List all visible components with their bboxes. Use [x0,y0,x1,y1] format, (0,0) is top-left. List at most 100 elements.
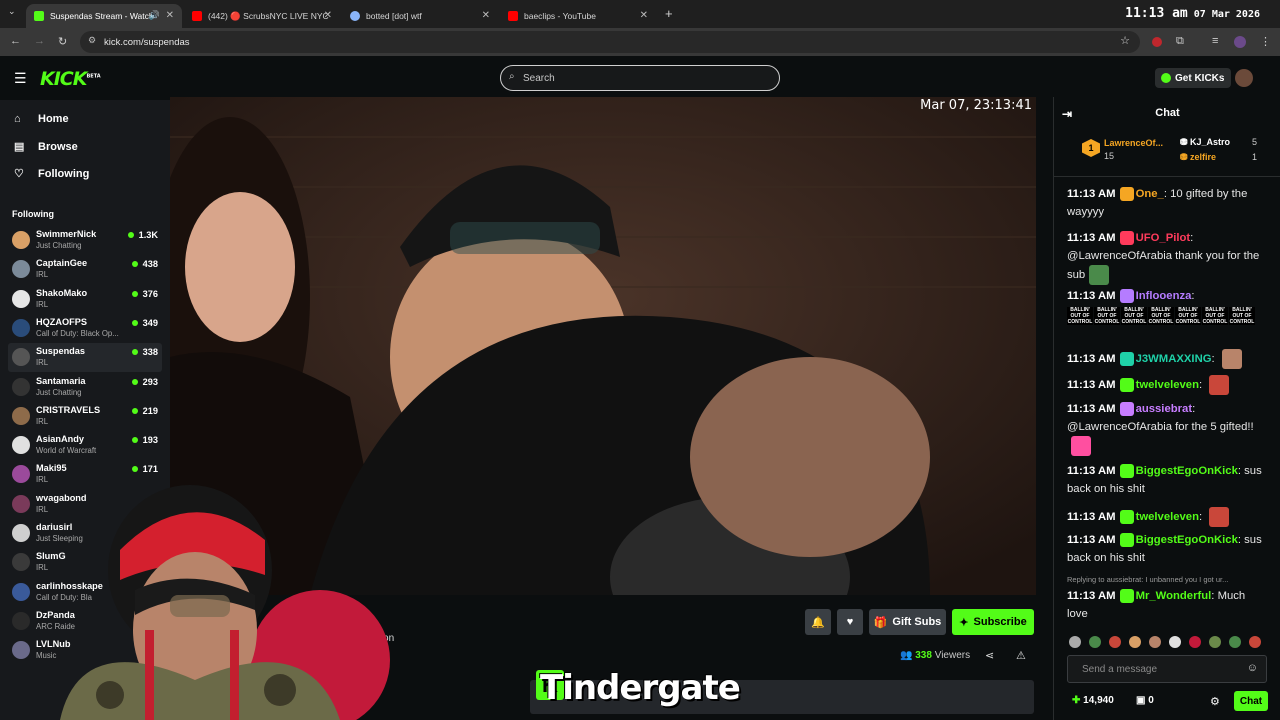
get-kicks-button[interactable]: Get KICKs [1155,68,1232,88]
gift-subs-button[interactable]: 🎁 Gift Subs [869,609,946,635]
streamer-avatar [12,260,30,279]
streamer-category: Just Chatting [36,387,82,397]
back-icon[interactable]: ← [10,35,21,47]
chat-message: 11:13 AM One_: 10 gifted by the wayyyy [1067,185,1269,221]
following-item[interactable]: CaptainGee IRL 438 [8,255,162,284]
bookmark-star-icon[interactable]: ☆ [1120,34,1130,47]
chat-panel: ⇥ Chat 1 LawrenceOf... 15 ⛃ KJ_Astro 5 ⛃ … [1053,97,1280,720]
user-badge-icon [1119,464,1134,479]
message-username[interactable]: Mr_Wonderful [1136,590,1212,602]
streamer-category: IRL [36,299,49,309]
menu-kebab-icon[interactable]: ⋮ [1260,35,1271,48]
chat-message: 11:13 AM UFO_Pilot: @LawrenceOfArabia tha… [1067,229,1269,285]
close-tab-icon[interactable]: ✕ [166,10,174,21]
message-username[interactable]: BiggestEgoOnKick [1136,465,1238,477]
profile-avatar[interactable] [1234,36,1246,48]
message-username[interactable]: twelveleven [1136,379,1199,391]
tab-suspendas[interactable]: Suspendas Stream - Watch 🔊 ✕ [26,4,182,28]
forward-icon[interactable]: → [34,35,45,47]
close-tab-icon[interactable]: ✕ [482,10,490,21]
leader-count: 1 [1252,152,1258,162]
reading-list-icon[interactable]: ≡ [1212,35,1218,47]
following-item[interactable]: HQZAOFPS Call of Duty: Black Op... 349 [8,314,162,343]
audio-icon[interactable]: 🔊 [149,10,160,21]
site-info-icon[interactable]: ⚙ [88,35,96,46]
chat-emote [1221,349,1242,369]
following-item[interactable]: CRISTRAVELS IRL 219 [8,402,162,431]
tab-botted[interactable]: botted [dot] wtf ✕ [342,4,498,28]
chest-icon: ▣ [1136,695,1146,706]
streamer-avatar [12,436,30,455]
close-tab-icon[interactable]: ✕ [640,10,648,21]
nav-browse[interactable]: ▤ Browse [14,140,78,154]
url-field[interactable]: ⚙ kick.com/suspendas ☆ [80,31,1140,53]
emote-bar[interactable] [1067,635,1272,651]
following-item[interactable]: Santamaria Just Chatting 293 [8,373,162,402]
reload-icon[interactable]: ↻ [58,35,67,48]
user-avatar[interactable] [1235,69,1253,87]
extension-icon[interactable] [1152,37,1162,47]
leader-name[interactable]: ⛃ KJ_Astro [1180,137,1230,148]
message-separator: : [1191,290,1195,302]
search-input[interactable]: ⌕ Search [500,65,780,91]
chat-send-button[interactable]: Chat [1234,691,1268,711]
chat-message: 11:13 AM twelveleven: [1067,507,1269,527]
message-username[interactable]: Infloоenza [1136,290,1192,302]
following-item[interactable]: SwimmerNick Just Chatting 1.3K [8,226,162,255]
chat-message-input[interactable]: Send a message ☺ [1067,655,1267,683]
viewer-count: 219 [132,406,158,416]
tab-scrubsnyc[interactable]: (442) 🔴 ScrubsNYC LIVE NYC ✕ [184,4,340,28]
message-username[interactable]: One_ [1136,188,1164,200]
streamer-avatar [12,377,30,396]
emoji-icon[interactable]: ☺ [1247,662,1258,674]
viewer-count: 1.3K [128,230,158,240]
stream-timestamp: Mar 07, 23:13:41 [920,98,1032,113]
tab-search-icon[interactable]: ⌄ [8,6,16,17]
kick-favicon-icon [34,11,44,21]
nav-following[interactable]: ♡ Following [14,167,89,181]
following-item[interactable]: AsianAndy World of Warcraft 193 [8,431,162,460]
notify-button[interactable]: 🔔 [805,609,831,635]
nav-home[interactable]: ⌂ Home [14,113,69,125]
rewards-count[interactable]: ▣ 0 [1136,695,1154,706]
close-tab-icon[interactable]: ✕ [324,10,332,21]
user-badge-icon [1119,402,1134,417]
share-icon[interactable]: ⋖ [985,649,994,662]
following-item[interactable]: Suspendas IRL 338 [8,343,162,373]
new-tab-icon[interactable]: + [665,6,673,21]
message-username[interactable]: J3WMAXXING [1136,353,1212,365]
streamer-avatar [12,231,30,249]
kick-logo[interactable]: KICKBETA [40,68,101,90]
streamer-avatar [12,318,30,337]
report-icon[interactable]: ⚠ [1016,649,1026,662]
following-item[interactable]: ShakoMako IRL 376 [8,285,162,314]
kick-points[interactable]: ✚ 14,940 [1072,695,1114,706]
streamer-category: Just Chatting [36,241,82,250]
chat-settings-icon[interactable]: ⚙ [1210,695,1220,708]
streamer-avatar [12,494,30,513]
streamer-category: IRL [36,416,49,426]
chat-message: 11:13 AM J3WMAXXING: [1067,349,1269,369]
leader-name[interactable]: ⛃ zelfire [1180,152,1216,163]
message-username[interactable]: aussiebrat [1136,403,1193,415]
message-time: 11:13 AM [1067,188,1116,200]
subscribe-button[interactable]: ✦ Subscribe [952,609,1034,635]
streamer-category: World of Warcraft [36,446,97,456]
streamer-category: IRL [36,270,49,280]
message-username[interactable]: UFO_Pilot [1136,232,1191,244]
users-icon: 👥 [900,650,913,661]
ballin-emote: BALLIN' OUT OF CONTROL [1094,307,1120,325]
tab-baeclips[interactable]: baeclips - YouTube ✕ [500,4,656,28]
streamer-name: AsianAndy [36,434,84,445]
collapse-chat-icon[interactable]: ⇥ [1062,107,1072,121]
follow-button[interactable]: ♥ [837,609,863,635]
leader-name[interactable]: LawrenceOf... [1104,138,1163,148]
message-username[interactable]: twelveleven [1136,511,1199,523]
youtube-favicon-icon [508,11,518,21]
browser-tab-bar: ⌄ Suspendas Stream - Watch 🔊 ✕ (442) 🔴 S… [0,0,1280,28]
extensions-puzzle-icon[interactable]: ⧉ [1176,35,1184,48]
message-time: 11:13 AM [1067,232,1116,244]
hamburger-menu-icon[interactable]: ☰ [14,70,27,87]
message-time: 11:13 AM [1067,465,1116,477]
message-username[interactable]: BiggestEgoOnKick [1136,534,1238,546]
